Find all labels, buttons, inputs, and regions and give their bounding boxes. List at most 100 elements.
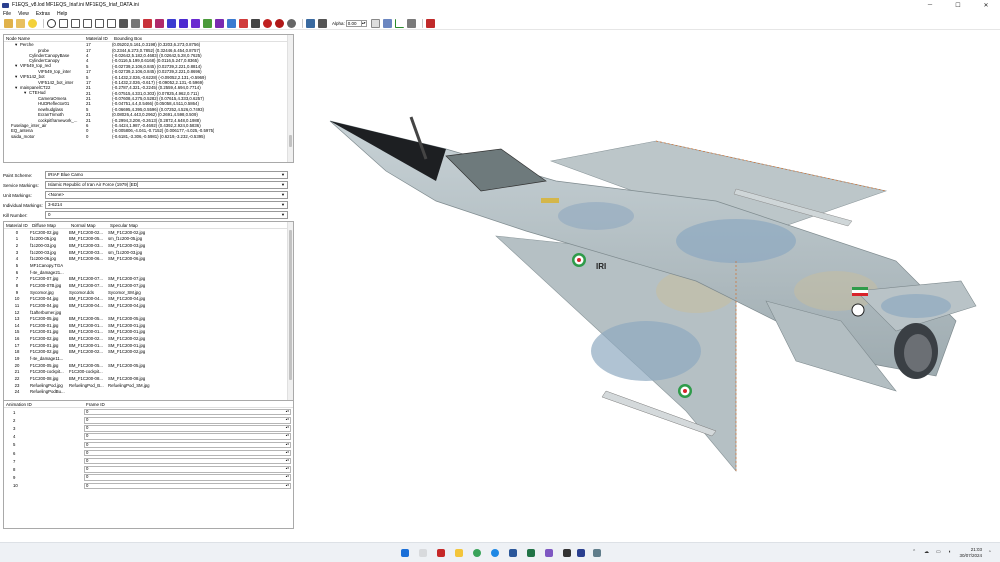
solid-cube-icon[interactable] (119, 19, 128, 28)
grey-ball-icon[interactable] (287, 19, 296, 28)
excel-icon[interactable] (527, 549, 535, 557)
column-header[interactable]: Frame ID (84, 402, 105, 407)
grid-icon[interactable] (318, 19, 327, 28)
frame-id-input[interactable]: 0 ▴▾ (84, 441, 291, 449)
maximize-button[interactable]: ☐ (944, 0, 972, 10)
magenta-sphere-icon[interactable] (215, 19, 224, 28)
close-button[interactable]: ✕ (972, 0, 1000, 10)
frame-id-input[interactable]: 0 ▴▾ (84, 474, 291, 481)
lod-viewer-icon[interactable] (577, 549, 585, 557)
table-row[interactable]: 16 F1C200-02.jpg BM_F1C200-02... SM_F1C200-… (4, 335, 293, 342)
spinner-icon[interactable]: ▴▾ (286, 459, 289, 462)
scrollbar-thumb[interactable] (289, 230, 292, 380)
frame-id-input[interactable]: 0 ▴▾ (84, 433, 291, 440)
table-row[interactable]: 2 f1c200-03.jpg BM_F1C200-03... SM_F1C200-0… (4, 242, 293, 249)
view-front-icon[interactable] (59, 19, 68, 28)
spinner-icon[interactable]: ▴▾ (286, 434, 289, 437)
frame-id-input[interactable]: 0 ▴▾ (84, 425, 291, 432)
wire-cube-icon[interactable] (131, 19, 140, 28)
table-row[interactable]: 8 F1C200-07B.jpg BM_F1C200-07... SM_F1C200-… (4, 282, 293, 289)
menu-view[interactable]: View (18, 11, 29, 17)
edge-icon[interactable] (491, 549, 499, 557)
paint-scheme-select[interactable]: IRIAF Blue Camo ▼ (45, 171, 288, 179)
kill-number-select[interactable]: 0 ▼ (45, 211, 288, 219)
frame-id-input[interactable]: 0 ▴▾ (84, 417, 291, 424)
table-row[interactable]: 6 f-4e_damage21... (4, 269, 293, 276)
table-row[interactable]: 9 Sycomor.jpg Sycomor.dds Sycomor_SM.jpg (4, 289, 293, 296)
cloud-icon[interactable]: ☁ (924, 549, 929, 555)
frame-id-input[interactable]: 0 ▴▾ (84, 457, 291, 465)
table-row[interactable]: 24 RefuelingPodBu... (4, 388, 293, 395)
column-header[interactable]: Material ID (4, 223, 30, 228)
view-top-icon[interactable] (107, 19, 116, 28)
column-header[interactable]: Bounding Box (112, 36, 142, 41)
layers-icon[interactable] (306, 19, 315, 28)
texture-tool-icon[interactable] (28, 19, 37, 28)
minimize-button[interactable]: ─ (916, 0, 944, 10)
node-tree-scrollbar[interactable] (287, 35, 293, 162)
materials-scrollbar[interactable] (287, 222, 293, 410)
table-row[interactable]: 21 F1C200-cockpit... F1C200-cockpit... (4, 368, 293, 375)
view-back-icon[interactable] (71, 19, 80, 28)
column-header[interactable]: Normal Map (69, 223, 108, 228)
file-explorer-icon[interactable] (455, 549, 463, 557)
service-markings-select[interactable]: Islamic Republic of Iran Air Force (1979… (45, 181, 288, 189)
column-header[interactable]: Node Name (4, 36, 84, 41)
lamp-icon[interactable] (251, 19, 260, 28)
app-b-icon[interactable] (437, 549, 445, 557)
table-row[interactable]: 7 F1C200-07.jpg BM_F1C200-07... SM_F1C200-0… (4, 275, 293, 282)
column-header[interactable]: Material ID (84, 36, 112, 41)
violet-sphere-icon[interactable] (191, 19, 200, 28)
red-cube-icon[interactable] (143, 19, 152, 28)
table-row[interactable]: 4 f1c200-06.jpg BM_F1C200-06... SM_F1C200-0… (4, 256, 293, 263)
word-icon[interactable] (509, 549, 517, 557)
network-icon[interactable]: ▭ (936, 549, 941, 555)
table-row[interactable]: 18 F1C200-02.jpg BM_F1C200-02... SM_F1C200-… (4, 349, 293, 356)
column-header[interactable]: Specular Map (108, 223, 138, 228)
table-row[interactable]: 19 f-4e_damage11... (4, 355, 293, 362)
cyan-sphere-icon[interactable] (227, 19, 236, 28)
menu-file[interactable]: File (3, 11, 11, 17)
alpha-spinner[interactable]: ▴▾ (361, 20, 367, 27)
magenta-cube-icon[interactable] (155, 19, 164, 28)
spinner-icon[interactable]: ▴▾ (286, 418, 289, 421)
blue-sphere-icon[interactable] (167, 19, 176, 28)
spinner-icon[interactable]: ▴▾ (286, 426, 289, 429)
spinner-icon[interactable]: ▴▾ (286, 450, 289, 454)
purple-sphere-icon[interactable] (179, 19, 188, 28)
table-row[interactable]: 10 F1C200-04.jpg BM_F1C200-04... SM_F1C200-… (4, 295, 293, 302)
red-ball-icon[interactable] (263, 19, 272, 28)
white-box-icon[interactable] (370, 19, 380, 28)
save-icon[interactable] (16, 19, 25, 28)
view-right-icon[interactable] (95, 19, 104, 28)
tools-icon[interactable] (425, 19, 435, 28)
table-row[interactable]: 13 F1C200-05.jpg BM_F1C200-05... SM_F1C200-… (4, 315, 293, 322)
dark-red-ball-icon[interactable] (275, 19, 284, 28)
scrollbar-thumb[interactable] (289, 135, 292, 147)
3d-viewport[interactable]: IRI (296, 31, 1000, 542)
table-row[interactable]: 5 MF1Canopy.TGA (4, 262, 293, 269)
graph-icon[interactable] (406, 19, 416, 28)
table-row[interactable]: 1 f1c200-05.jpg BM_F1C200-05... sm_f1c200-0… (4, 236, 293, 243)
spinner-icon[interactable]: ▴▾ (286, 475, 289, 478)
search-icon[interactable] (419, 549, 427, 557)
green-sphere-icon[interactable] (203, 19, 212, 28)
open-folder-icon[interactable] (4, 19, 13, 28)
gradient-icon[interactable] (382, 19, 392, 28)
volume-icon[interactable]: ◖ (948, 549, 951, 555)
photos-icon[interactable] (545, 549, 553, 557)
table-row[interactable]: 0 F1C200-02.jpg BM_F1C200-02... SM_F1C200-0… (4, 229, 293, 236)
frame-id-input[interactable]: 0 ▴▾ (84, 449, 291, 457)
column-header[interactable]: Animation ID (4, 402, 84, 407)
column-header[interactable]: Diffuse Map (30, 223, 69, 228)
table-row[interactable]: 23 RefuelingPod.jpg RefuelingPod_B... Refue… (4, 382, 293, 389)
windows-start-icon[interactable] (401, 549, 409, 557)
table-row[interactable]: 15 F1C200-01.jpg BM_F1C200-01... SM_F1C200-… (4, 329, 293, 336)
terminal-icon[interactable] (563, 549, 571, 557)
spinner-icon[interactable]: ▴▾ (286, 410, 289, 413)
frame-id-input[interactable]: 0 ▴▾ (84, 482, 291, 490)
table-row[interactable]: 20 F1C200-05.jpg BM_F1C200-05... SM_F1C200-… (4, 362, 293, 369)
red-sphere-icon[interactable] (239, 19, 248, 28)
notification-bell-icon[interactable]: ◔ (988, 549, 991, 555)
zoom-icon[interactable] (47, 19, 56, 28)
